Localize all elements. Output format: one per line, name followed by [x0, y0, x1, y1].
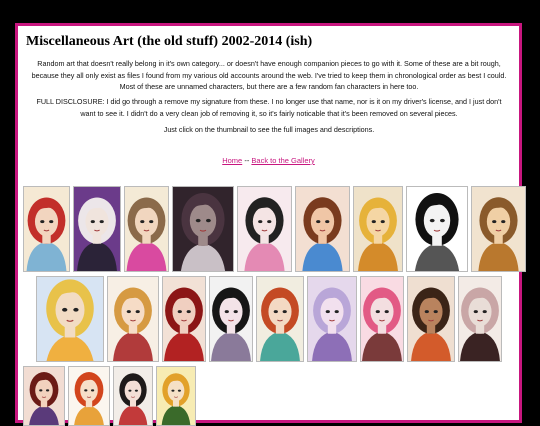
artwork-image — [472, 187, 525, 271]
artwork-thumbnail[interactable] — [306, 276, 357, 362]
artwork-image — [157, 367, 195, 425]
artwork-thumbnail[interactable] — [457, 276, 502, 362]
nav-links: Home -- Back to the Gallery — [18, 156, 519, 165]
artwork-image — [407, 187, 467, 271]
artwork-thumbnail[interactable] — [359, 276, 404, 362]
artwork-thumbnail[interactable] — [23, 366, 65, 426]
artwork-image — [125, 187, 168, 271]
artwork-image — [256, 277, 303, 361]
artwork-image — [107, 277, 158, 361]
artwork-image — [36, 277, 103, 361]
artwork-thumbnail[interactable] — [124, 186, 169, 272]
artwork-image — [173, 187, 233, 271]
artwork-thumbnail[interactable] — [255, 276, 304, 362]
artwork-thumbnail[interactable] — [106, 276, 159, 362]
artwork-thumbnail[interactable] — [113, 366, 153, 426]
artwork-thumbnail[interactable] — [172, 186, 234, 272]
artwork-thumbnail[interactable] — [406, 186, 468, 272]
artwork-thumbnail[interactable] — [208, 276, 253, 362]
content-panel: Miscellaneous Art (the old stuff) 2002-2… — [15, 23, 526, 426]
back-to-gallery-link[interactable]: Back to the Gallery — [251, 156, 314, 165]
artwork-thumbnail[interactable] — [35, 276, 104, 362]
artwork-image — [209, 277, 252, 361]
artwork-thumbnail[interactable] — [353, 186, 403, 272]
artwork-thumbnail[interactable] — [406, 276, 455, 362]
artwork-thumbnail[interactable] — [161, 276, 206, 362]
artwork-image — [407, 277, 454, 361]
home-link[interactable]: Home — [222, 156, 242, 165]
artwork-image — [114, 367, 152, 425]
page-title: Miscellaneous Art (the old stuff) 2002-2… — [26, 34, 313, 49]
artwork-thumbnail[interactable] — [73, 186, 121, 272]
artwork-thumbnail[interactable] — [237, 186, 292, 272]
instructions-paragraph: Just click on the thumbnail to see the f… — [163, 125, 375, 134]
artwork-thumbnail[interactable] — [471, 186, 526, 272]
artwork-image — [162, 277, 205, 361]
artwork-thumbnail[interactable] — [295, 186, 350, 272]
artwork-image — [296, 187, 349, 271]
artwork-image — [69, 367, 109, 425]
artwork-image — [307, 277, 356, 361]
artwork-image — [24, 367, 64, 425]
disclosure-paragraph: FULL DISCLOSURE: I did go through a remo… — [36, 97, 502, 118]
artwork-image — [24, 187, 69, 271]
artwork-image — [360, 277, 403, 361]
artwork-image — [458, 277, 501, 361]
artwork-thumbnail[interactable] — [23, 186, 70, 272]
artwork-image — [354, 187, 402, 271]
artwork-thumbnail[interactable] — [68, 366, 110, 426]
artwork-image — [238, 187, 291, 271]
intro-paragraph: Random art that doesn't really belong in… — [31, 59, 507, 91]
artwork-image — [74, 187, 120, 271]
artwork-thumbnail[interactable] — [156, 366, 196, 426]
